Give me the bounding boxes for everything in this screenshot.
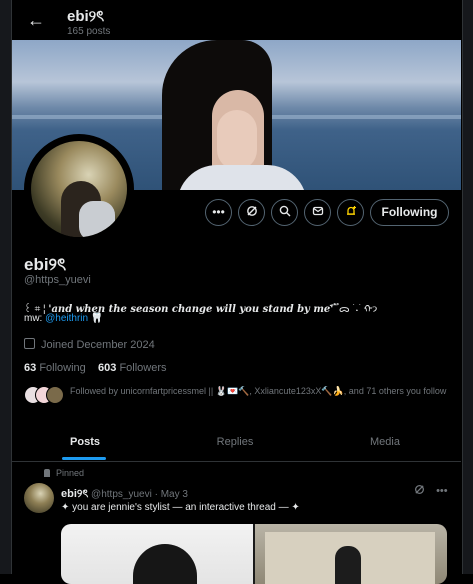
bio-mw-emoji: 🦷 <box>90 313 104 324</box>
post-date[interactable]: May 3 <box>161 489 188 500</box>
more-button[interactable]: ••• <box>205 199 232 226</box>
active-tab-indicator <box>62 457 106 460</box>
right-page-edge <box>462 0 473 574</box>
joined-date: Joined December 2024 <box>24 338 155 351</box>
left-page-edge <box>0 0 11 574</box>
post-media-image-2[interactable] <box>255 524 447 584</box>
mail-icon <box>312 206 323 216</box>
message-button[interactable] <box>304 199 331 226</box>
post-text: ✦ you are jennie's stylist — an interact… <box>61 502 300 513</box>
post-avatar[interactable] <box>24 483 54 513</box>
post-media[interactable] <box>61 524 447 584</box>
followers-label: Followers <box>119 362 167 374</box>
tab-media[interactable]: Media <box>342 425 428 461</box>
profile-avatar[interactable] <box>24 134 134 244</box>
pinned-indicator: Pinned <box>44 468 84 478</box>
grok-icon[interactable] <box>414 484 425 495</box>
profile-handle: @https_yuevi <box>24 274 91 286</box>
followed-by-section[interactable]: Followed by unicornfartpricessmel || 🐰💌🔨… <box>24 384 454 414</box>
tab-replies[interactable]: Replies <box>192 425 278 461</box>
arrow-left-icon[interactable]: ← <box>26 10 46 30</box>
pin-icon <box>44 469 50 477</box>
post-more-icon[interactable]: ••• <box>436 485 448 497</box>
following-count: 63 <box>24 362 37 374</box>
bell-plus-icon <box>346 206 356 215</box>
grok-button[interactable] <box>238 199 265 226</box>
following-link[interactable]: 63 Following <box>24 362 86 374</box>
media-image-figure <box>335 546 361 584</box>
grok-icon <box>246 206 257 216</box>
post-author-name[interactable]: ebi୨ৎ <box>61 488 88 500</box>
followers-count: 603 <box>98 362 117 374</box>
post-media-image-1[interactable] <box>61 524 253 584</box>
follower-avatar <box>46 386 64 404</box>
tab-posts[interactable]: Posts <box>42 425 128 461</box>
followed-by-text: Followed by unicornfartpricessmel || 🐰💌🔨… <box>70 386 447 396</box>
pinned-label: Pinned <box>56 468 85 478</box>
banner-figure-cheek <box>217 110 257 170</box>
media-image-figure <box>133 544 197 584</box>
following-button[interactable]: Following <box>370 199 449 226</box>
search-button[interactable] <box>271 199 298 226</box>
followers-link[interactable]: 603 Followers <box>98 362 167 374</box>
post-separator: · <box>154 489 158 500</box>
post-author-handle[interactable]: @https_yuevi <box>91 489 152 500</box>
avatar-image <box>31 141 127 237</box>
post-actions: ••• <box>414 484 448 497</box>
following-label: Following <box>39 362 86 374</box>
search-icon <box>279 205 290 217</box>
joined-label: Joined December 2024 <box>41 339 155 351</box>
bio-suffix: ፝֟ ᯅ ࣪ ˖ ࣪ ᡣ𐭩 <box>333 304 378 315</box>
bio-mention-link[interactable]: @heithrin <box>45 313 88 324</box>
follow-stats: 63 Following 603 Followers <box>24 362 167 374</box>
profile-bio-line-2: mw: @heithrin 🦷 <box>24 313 103 324</box>
notify-button[interactable] <box>337 199 364 226</box>
avatar-figure-shirt <box>79 201 115 237</box>
more-icon: ••• <box>212 205 225 219</box>
profile-header-bar: ← ebi୨ৎ 165 posts <box>12 0 461 40</box>
header-post-count: 165 posts <box>67 26 111 37</box>
calendar-icon <box>24 338 35 349</box>
bio-mw-label: mw: <box>24 313 46 324</box>
